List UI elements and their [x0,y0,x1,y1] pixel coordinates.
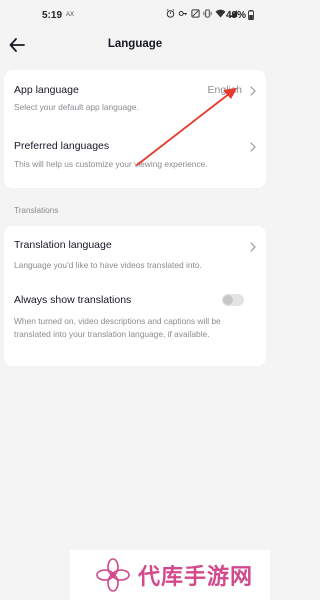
translations-card: Translation language Language you'd like… [4,226,266,366]
translation-language-label: Translation language [14,239,112,251]
battery-percent: 49% [226,10,247,21]
always-show-translations-description: When turned on, video descriptions and c… [14,316,221,339]
language-settings-card: App language English Select your default… [4,70,266,188]
status-carrier: AX [66,12,75,18]
translation-language-row[interactable]: Translation language Language you'd like… [4,226,266,280]
do-not-disturb-icon [191,9,200,18]
preferred-languages-row[interactable]: Preferred languages This will help us cu… [4,126,266,186]
chevron-right-icon [250,242,256,252]
app-language-label: App language [14,84,79,96]
translation-language-description: Language you'd like to have videos trans… [14,260,202,270]
always-show-translations-toggle[interactable] [222,294,244,306]
watermark: 代库手游网 [70,550,270,600]
wifi-icon [215,9,226,18]
toggle-knob [223,295,233,305]
status-time: 5:19 [42,10,63,21]
header: Language [0,30,270,62]
app-language-row[interactable]: App language English Select your default… [4,70,266,126]
chevron-right-icon [250,86,256,96]
preferred-languages-description: This will help us customize your viewing… [14,159,208,169]
app-language-value: English [207,84,242,96]
always-show-translations-label: Always show translations [14,294,132,306]
battery-icon [248,10,254,20]
key-icon [178,11,188,16]
page-title: Language [107,38,163,50]
watermark-text: 代库手游网 [138,565,254,590]
chevron-right-icon [250,142,256,152]
alarm-icon [166,9,175,18]
app-language-description: Select your default app language. [14,102,139,112]
translations-section-label: Translations [14,206,59,215]
status-bar: 5:19 AX 49% [0,0,270,30]
vibrate-icon [203,9,212,18]
watermark-flower-logo [96,558,130,592]
preferred-languages-label: Preferred languages [14,140,110,152]
